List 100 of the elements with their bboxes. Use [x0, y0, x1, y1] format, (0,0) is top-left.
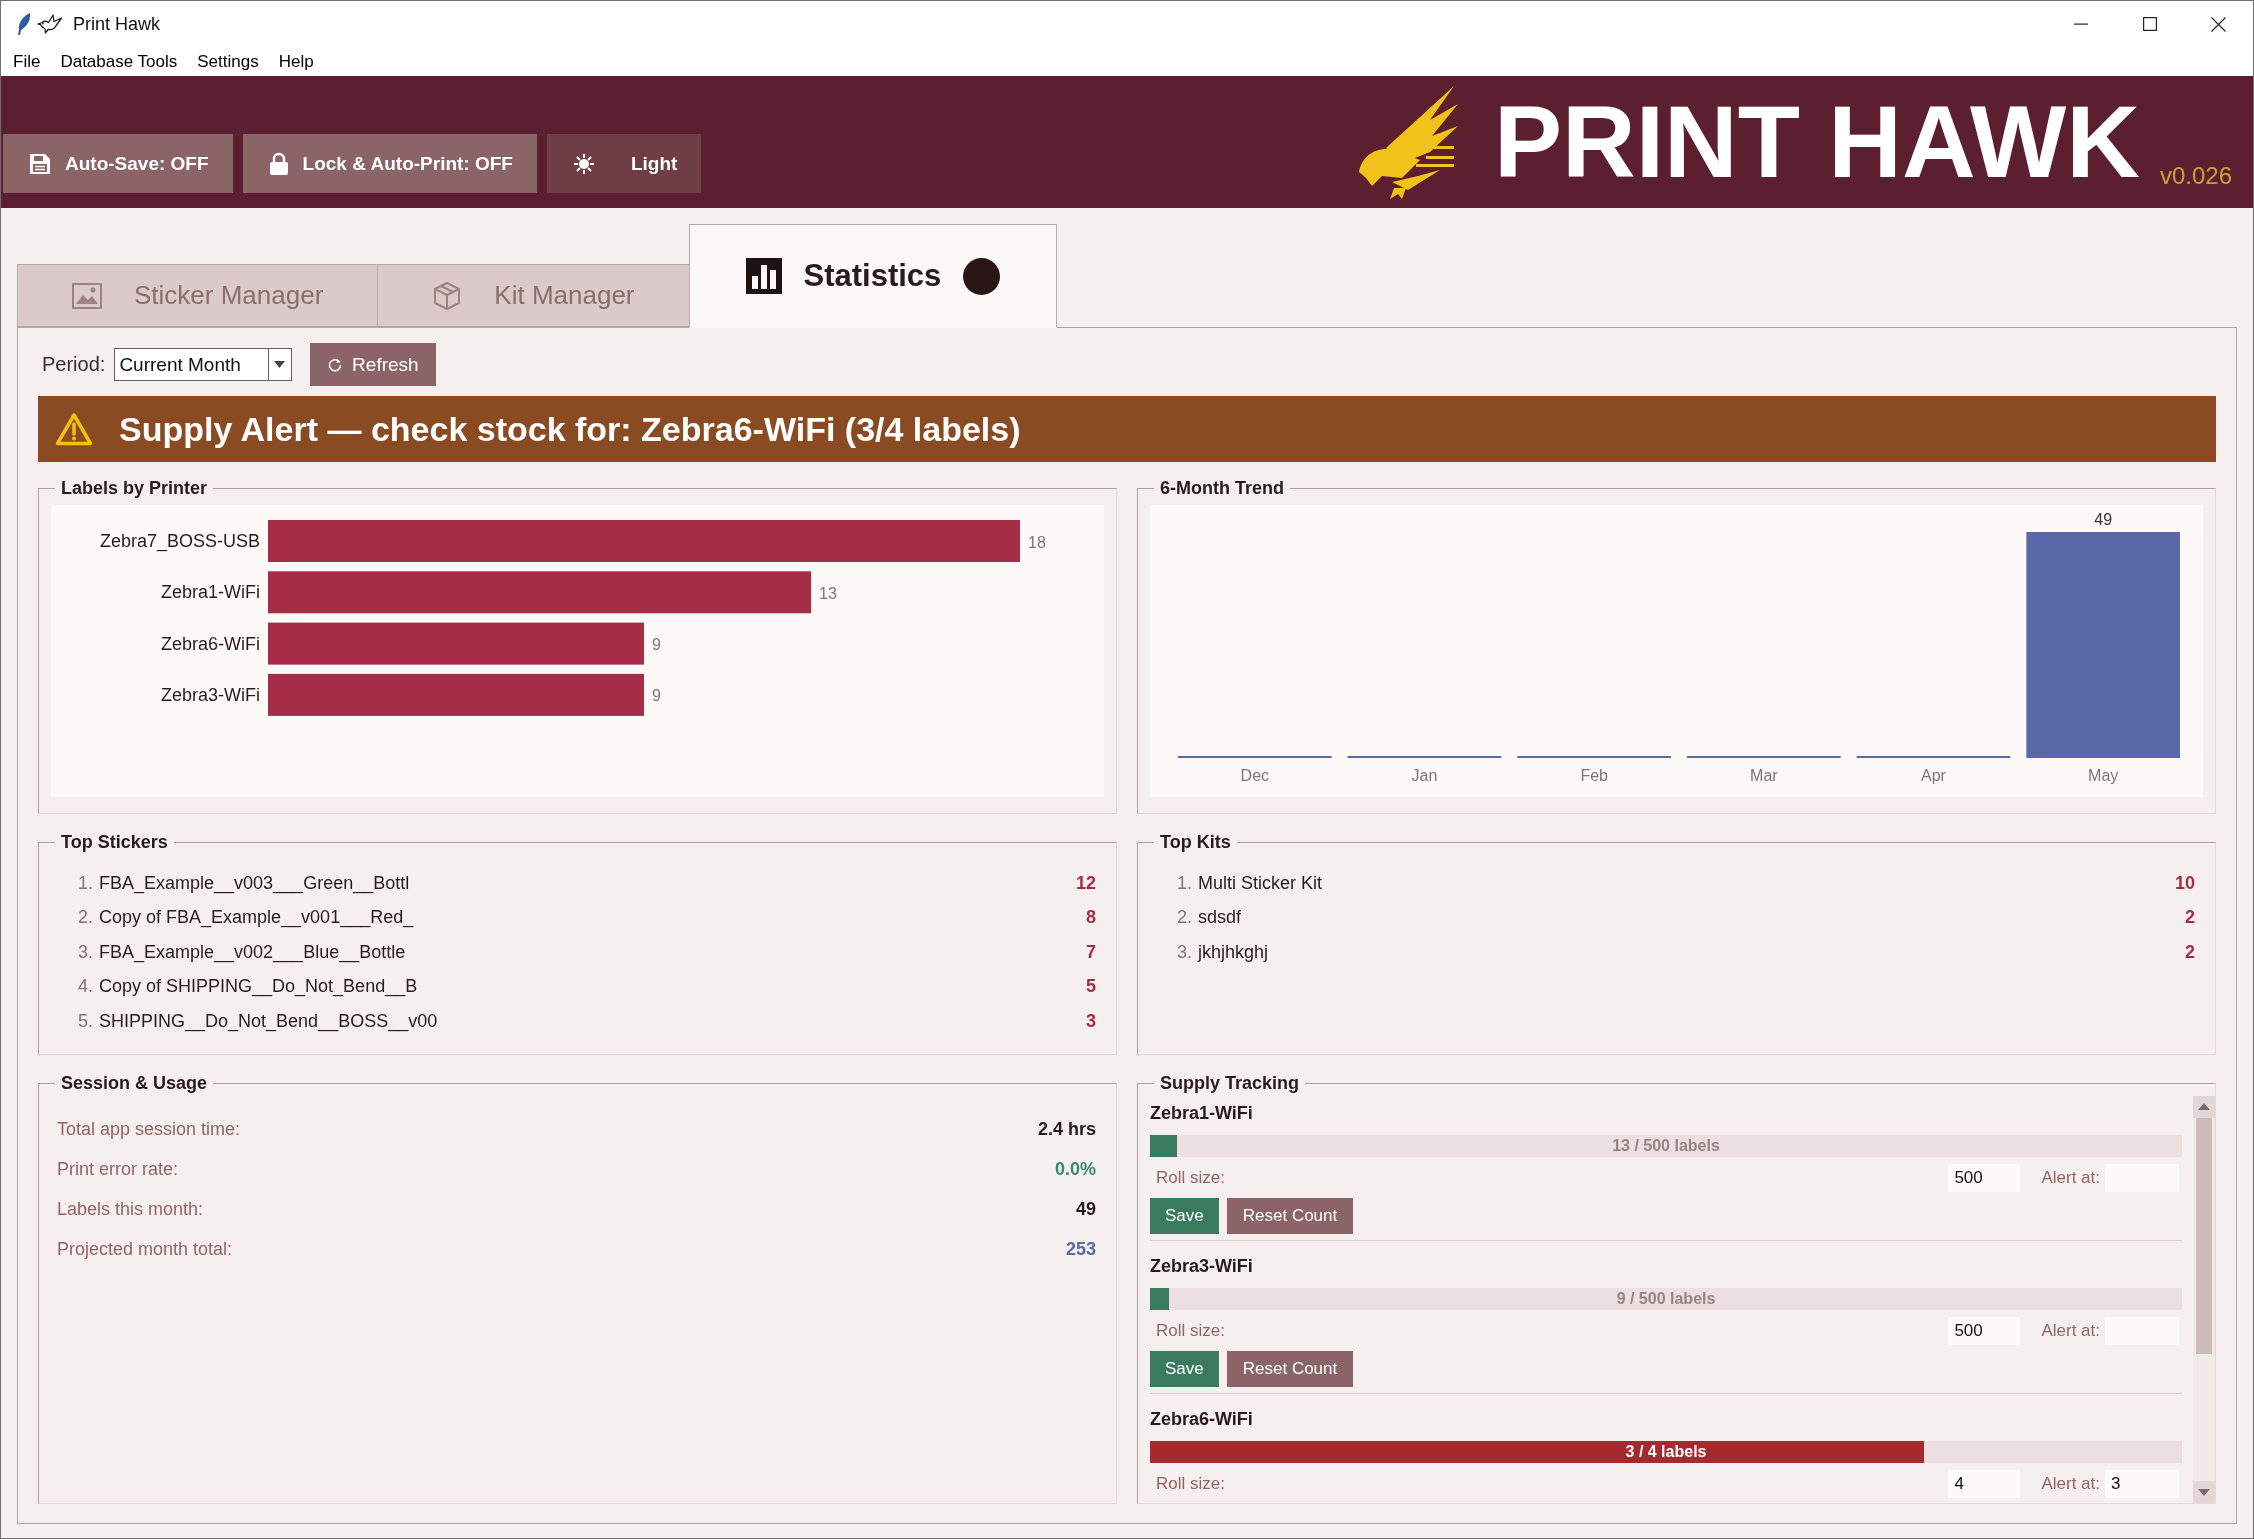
value-label: 18 [1028, 533, 1046, 551]
category-label: Jan [1411, 766, 1438, 784]
minimize-icon [2073, 23, 2088, 25]
refresh-icon [328, 357, 343, 372]
rank-number: 1. [77, 872, 93, 894]
rank-number: 2. [77, 907, 93, 929]
window-title: Print Hawk [73, 13, 161, 35]
alert-at-input[interactable]: 3 [2105, 1470, 2179, 1498]
stat-label: Total app session time: [57, 1118, 241, 1140]
stat-value: 0.0% [1054, 1158, 1096, 1180]
item-name: jkhjhkghj [1198, 941, 1269, 963]
value-label: 9 [652, 636, 661, 654]
scroll-up-icon[interactable] [2193, 1096, 2215, 1118]
scrollbar-thumb[interactable] [2196, 1118, 2212, 1354]
item-name: Multi Sticker Kit [1198, 872, 1323, 894]
item-name: SHIPPING__Do_Not_Bend__BOSS__v00 [99, 1010, 438, 1032]
feather-icon [17, 12, 31, 36]
roll-size-label: Roll size: [1156, 1168, 1225, 1188]
section-title: 6-Month Trend [1159, 479, 1285, 499]
progress-label: 3 / 4 labels [1625, 1443, 1707, 1461]
roll-size-input[interactable]: 500 [1948, 1317, 2021, 1345]
version-label: v0.026 [2159, 162, 2232, 190]
category-label: Zebra7_BOSS-USB [99, 531, 260, 551]
roll-size-input[interactable]: 4 [1948, 1470, 2021, 1498]
printer-name: Zebra3-WiFi [1150, 1255, 1254, 1278]
save-button[interactable]: Save [1150, 1198, 1219, 1234]
roll-size-input[interactable]: 500 [1948, 1164, 2021, 1192]
stat-value: 253 [1065, 1238, 1096, 1260]
warning-icon [55, 412, 93, 446]
tab[interactable]: Statistics [688, 224, 1058, 328]
stat-label: Labels this month: [57, 1198, 204, 1220]
bird-icon [37, 14, 63, 34]
toolbar-button[interactable]: Lock & Auto-Print: OFF [242, 134, 537, 193]
category-label: Zebra3-WiFi [161, 684, 260, 705]
progress-label: 9 / 500 labels [1616, 1290, 1716, 1308]
close-icon [2211, 16, 2226, 32]
category-label: Feb [1580, 766, 1608, 784]
rank-number: 4. [77, 976, 93, 998]
category-label: Apr [1921, 766, 1946, 784]
section-title: Top Stickers [60, 833, 169, 853]
reset-button[interactable]: Reset Count [1226, 1351, 1354, 1387]
sun-icon [572, 152, 595, 175]
alert-at-label: Alert at: [2041, 1321, 2100, 1341]
rank-number: 2. [1176, 907, 1192, 929]
picture-icon [72, 282, 102, 309]
stat-value: 2.4 hrs [1037, 1118, 1096, 1140]
item-count: 2 [2185, 907, 2195, 929]
app-logo-text: PRINT HAWK [1493, 91, 2140, 193]
item-count: 12 [1075, 872, 1096, 894]
roll-size-label: Roll size: [1156, 1321, 1225, 1341]
item-name: FBA_Example__v002___Blue__Bottle [99, 941, 406, 963]
toolbar-button[interactable]: Auto-Save: OFF [3, 134, 233, 193]
menu-item[interactable]: Help [268, 51, 324, 72]
category-label: Zebra6-WiFi [161, 633, 260, 654]
rank-number: 5. [77, 1010, 93, 1032]
menu-item[interactable]: Settings [187, 51, 269, 72]
toolbar-button[interactable]: Light [546, 134, 702, 193]
section-title: Supply Tracking [1159, 1074, 1301, 1094]
alert-message: Supply Alert — check stock for: Zebra6-WiFi (3/4 labels) [119, 409, 1021, 449]
rank-number: 3. [1176, 941, 1192, 963]
item-count: 5 [1086, 976, 1096, 998]
period-label: Period: [42, 353, 106, 376]
item-count: 2 [2185, 941, 2195, 963]
alert-at-label: Alert at: [2041, 1474, 2100, 1494]
item-count: 7 [1086, 941, 1096, 963]
stat-label: Print error rate: [57, 1158, 179, 1180]
value-label: 13 [819, 584, 837, 602]
item-count: 10 [2174, 872, 2195, 894]
section-title: Top Kits [1159, 833, 1232, 853]
stat-value: 49 [1075, 1198, 1096, 1220]
section-title: Labels by Printer [60, 479, 209, 499]
save-button[interactable]: Save [1150, 1351, 1219, 1387]
item-name: sdsdf [1198, 907, 1242, 929]
bar-chart-icon [745, 258, 782, 294]
reset-button[interactable]: Reset Count [1226, 1198, 1354, 1234]
item-count: 8 [1086, 907, 1096, 929]
period-select[interactable]: Current Month [114, 348, 293, 381]
menu-item[interactable]: File [3, 51, 51, 72]
value-label: 49 [2094, 510, 2113, 528]
roll-size-label: Roll size: [1156, 1474, 1225, 1494]
rank-number: 3. [77, 941, 93, 963]
refresh-button[interactable]: Refresh [310, 343, 437, 386]
box-icon [432, 280, 463, 311]
item-count: 3 [1086, 1010, 1096, 1032]
progress-label: 13 / 500 labels [1612, 1137, 1720, 1155]
alert-at-label: Alert at: [2041, 1168, 2100, 1188]
printer-name: Zebra1-WiFi [1150, 1102, 1254, 1125]
rank-number: 1. [1176, 872, 1192, 894]
category-label: Dec [1240, 766, 1270, 784]
item-name: FBA_Example__v003___Green__Bottl [99, 872, 410, 894]
menu-item[interactable]: Database Tools [50, 51, 188, 72]
value-label: 9 [652, 687, 661, 705]
item-name: Copy of FBA_Example__v001___Red_ [99, 907, 414, 929]
maximize-icon [2142, 17, 2157, 31]
scroll-down-icon[interactable] [2193, 1481, 2215, 1503]
stat-label: Projected month total: [57, 1238, 233, 1260]
printer-name: Zebra6-WiFi [1150, 1408, 1254, 1431]
category-label: Zebra1-WiFi [161, 582, 260, 603]
section-title: Session & Usage [60, 1074, 209, 1094]
category-label: May [2088, 766, 2119, 784]
